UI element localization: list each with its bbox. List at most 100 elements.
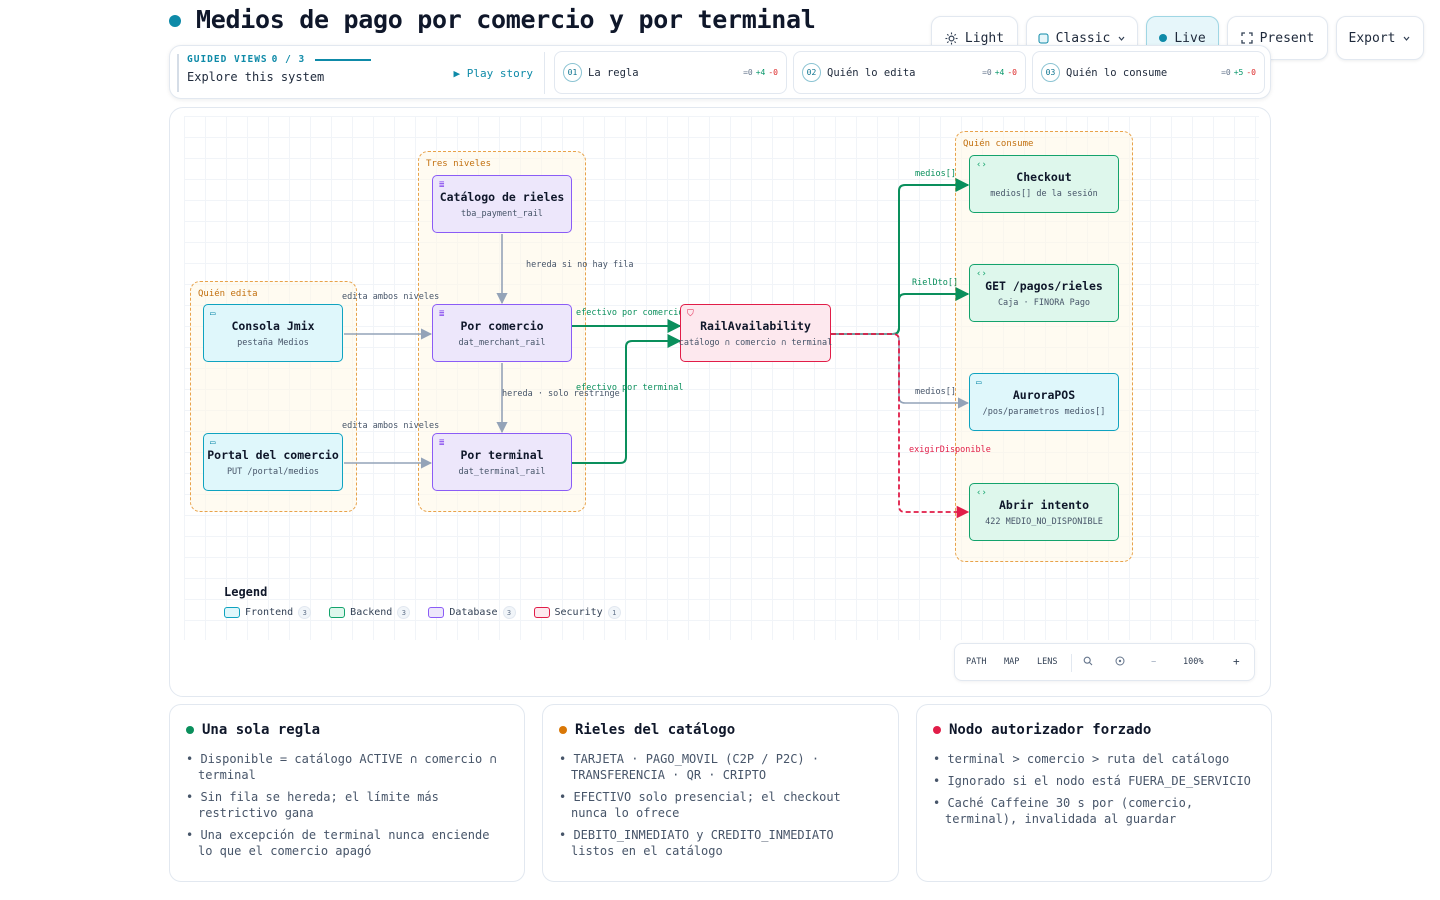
present-label: Present <box>1259 30 1315 46</box>
legend-item-security[interactable]: Security 1 <box>533 606 621 619</box>
stat-added: +4 <box>755 68 766 77</box>
guided-views-kicker: GUIDED VIEWS 0 / 3 <box>187 54 547 65</box>
guided-step-3[interactable]: 03 Quién lo consume =0 +5 -0 <box>1032 51 1265 94</box>
list-item: Disponible = catálogo ACTIVE ∩ comercio … <box>186 751 508 783</box>
search-icon[interactable] <box>1083 656 1093 669</box>
edge-label: medios[] <box>915 387 956 397</box>
map-button[interactable]: MAP <box>1004 657 1019 667</box>
edge-label: RielDto[] <box>912 278 959 288</box>
zoom-in-button[interactable]: + <box>1233 655 1240 668</box>
light-label: Light <box>964 30 1005 46</box>
stat-added: +5 <box>1233 68 1244 77</box>
stat-unchanged: =0 <box>743 68 753 77</box>
list-item: Una excepción de terminal nunca enciende… <box>186 827 508 859</box>
shield-icon: ⛉ <box>687 309 694 319</box>
card-list: Disponible = catálogo ACTIVE ∩ comercio … <box>186 751 508 859</box>
list-item: terminal > comercio > ruta del catálogo <box>933 751 1255 767</box>
node-subtitle: Caja · FINORA Pago <box>997 297 1091 308</box>
node-portal-comercio[interactable]: ▭ Portal del comercio PUT /portal/medios <box>203 433 343 491</box>
node-por-comercio[interactable]: ≣ Por comercio dat_merchant_rail <box>432 304 572 362</box>
node-por-terminal[interactable]: ≣ Por terminal dat_terminal_rail <box>432 433 572 491</box>
node-title: Consola Jmix <box>231 318 315 333</box>
node-subtitle: catálogo ∩ comercio ∩ terminal <box>678 337 833 348</box>
diagram-canvas[interactable]: Quién edita Tres niveles Quién consume e… <box>169 107 1271 697</box>
chevron-down-icon <box>1404 36 1410 41</box>
node-subtitle: pestaña Medios <box>237 337 309 348</box>
help-icon[interactable] <box>1115 656 1125 669</box>
sun-icon <box>945 31 958 45</box>
database-icon: ≣ <box>439 438 445 448</box>
status-dot <box>933 726 941 734</box>
node-consola-jmix[interactable]: ▭ Consola Jmix pestaña Medios <box>203 304 343 362</box>
node-title: AuroraPOS <box>1012 387 1076 402</box>
legend-count: 3 <box>397 606 411 619</box>
classic-label: Classic <box>1055 30 1111 46</box>
node-subtitle: /pos/parametros medios[] <box>982 406 1106 417</box>
node-title: RailAvailability <box>700 318 811 333</box>
list-item: Sin fila se hereda; el límite más restri… <box>186 789 508 821</box>
card-title: Rieles del catálogo <box>575 722 736 738</box>
edge-terminal-rail <box>572 334 682 464</box>
play-story-label: Play story <box>466 67 533 80</box>
legend-label: Security <box>554 607 603 618</box>
stat-unchanged: =0 <box>982 68 992 77</box>
lens-button[interactable]: LENS <box>1037 657 1057 667</box>
list-item: DEBITO_INMEDIATO y CREDITO_INMEDIATO lis… <box>559 827 882 859</box>
node-checkout[interactable]: ‹› Checkout medios[] de la sesión <box>969 155 1119 213</box>
divider <box>544 52 545 94</box>
card-header: Una sola regla <box>186 722 508 738</box>
legend-count: 3 <box>502 606 516 619</box>
guided-step-2[interactable]: 02 Quién lo edita =0 +4 -0 <box>793 51 1026 94</box>
edge-label: medios[] <box>915 169 956 179</box>
legend-item-database[interactable]: Database 3 <box>428 606 516 619</box>
node-subtitle: 422 MEDIO_NO_DISPONIBLE <box>985 516 1103 527</box>
list-item: Caché Caffeine 30 s por (comercio, termi… <box>933 795 1255 827</box>
stat-added: +4 <box>994 68 1005 77</box>
play-story-button[interactable]: ▶ Play story <box>454 67 533 80</box>
progress-line <box>315 58 372 61</box>
legend-item-backend[interactable]: Backend 3 <box>329 606 411 619</box>
window-icon: ▭ <box>210 309 216 319</box>
page-title: Medios de pago por comercio y por termin… <box>196 5 816 34</box>
node-title: GET /pagos/rieles <box>985 278 1103 293</box>
edge-label: edita ambos niveles <box>342 421 440 431</box>
node-get-pagos-rieles[interactable]: ‹› GET /pagos/rieles Caja · FINORA Pago <box>969 264 1119 322</box>
card-list: terminal > comercio > ruta del catálogo … <box>933 751 1255 827</box>
card-title: Nodo autorizador forzado <box>949 722 1152 738</box>
window-icon: ▭ <box>976 378 982 388</box>
node-aurora-pos[interactable]: ▭ AuroraPOS /pos/parametros medios[] <box>969 373 1119 431</box>
edge-rail-get <box>831 287 970 335</box>
node-subtitle: PUT /portal/medios <box>226 466 320 477</box>
list-item: Ignorado si el nodo está FUERA_DE_SERVIC… <box>933 773 1255 789</box>
stat-removed: -0 <box>1246 68 1256 77</box>
path-button[interactable]: PATH <box>966 657 986 667</box>
live-label: Live <box>1174 30 1206 46</box>
list-item: TARJETA · PAGO_MOVIL (C2P / P2C) · TRANS… <box>559 751 882 783</box>
stat-removed: -0 <box>1007 68 1017 77</box>
zoom-out-button[interactable]: − <box>1151 657 1156 667</box>
card-una-sola-regla: Una sola regla Disponible = catálogo ACT… <box>169 704 525 882</box>
node-catalogo-rieles[interactable]: ≣ Catálogo de rieles tba_payment_rail <box>432 175 572 233</box>
step-stats: =0 +5 -0 <box>1221 68 1256 77</box>
export-dropdown[interactable]: Export <box>1336 16 1424 60</box>
node-abrir-intento[interactable]: ‹› Abrir intento 422 MEDIO_NO_DISPONIBLE <box>969 483 1119 541</box>
guided-step-1[interactable]: 01 La regla =0 +4 -0 <box>554 51 787 94</box>
legend-swatch <box>533 607 550 618</box>
node-rail-availability[interactable]: ⛉ RailAvailability catálogo ∩ comercio ∩… <box>678 304 833 362</box>
node-subtitle: medios[] de la sesión <box>990 188 1098 199</box>
card-list: TARJETA · PAGO_MOVIL (C2P / P2C) · TRANS… <box>559 751 882 859</box>
node-subtitle: dat_terminal_rail <box>458 466 546 477</box>
legend-item-frontend[interactable]: Frontend 3 <box>224 606 312 619</box>
guided-progress: 0 / 3 <box>271 54 306 65</box>
legend-title: Legend <box>224 585 268 599</box>
divider <box>1071 654 1072 672</box>
stat-removed: -0 <box>768 68 778 77</box>
chevron-down-icon <box>1118 36 1125 41</box>
legend-label: Frontend <box>245 607 294 618</box>
node-title: Checkout <box>1016 169 1072 184</box>
legend-label: Database <box>449 607 498 618</box>
legend-swatch <box>428 607 445 618</box>
code-icon: ‹› <box>976 488 987 498</box>
live-indicator-icon <box>1159 34 1168 42</box>
step-number: 02 <box>802 63 821 82</box>
